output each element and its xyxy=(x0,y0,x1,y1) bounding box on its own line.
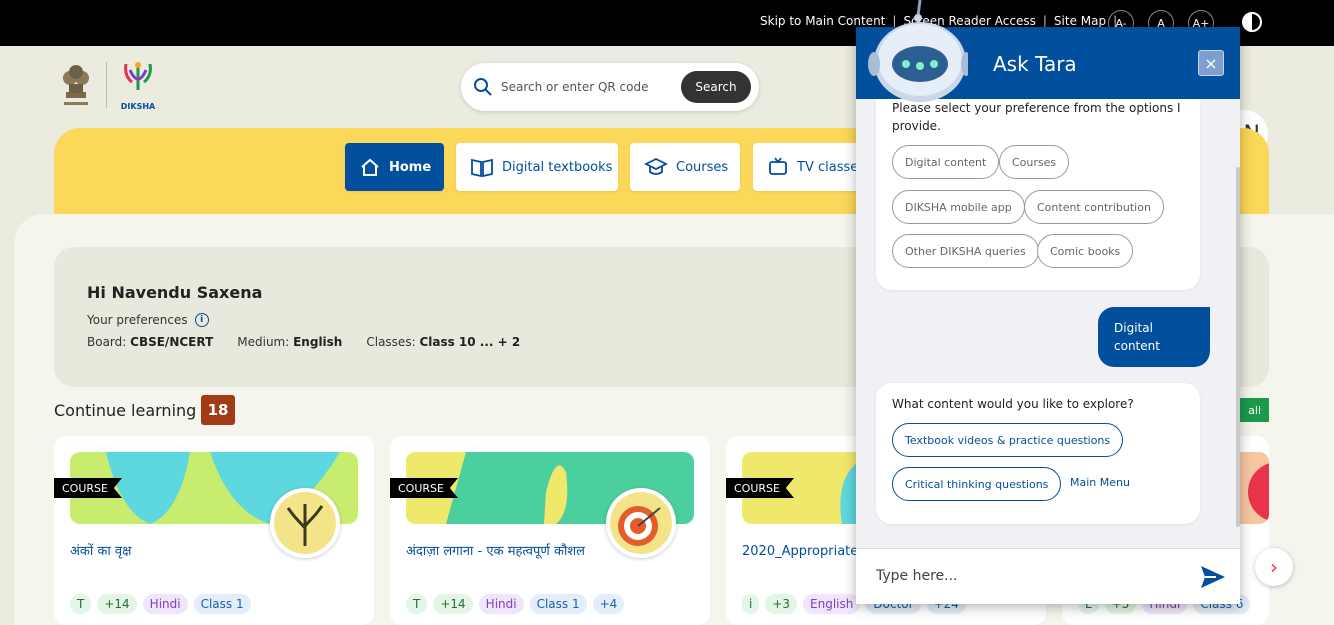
preferences-row: Your preferences i xyxy=(87,313,209,327)
course-title[interactable]: अंदाज़ा लगाना - एक महत्वपूर्ण कौशल xyxy=(406,542,626,562)
chat-option-mobile-app[interactable]: DIKSHA mobile app xyxy=(892,190,1025,224)
tab-home[interactable]: Home xyxy=(345,143,444,191)
site-map-link[interactable]: Site Map xyxy=(1054,14,1106,28)
chat-option-other-queries[interactable]: Other DIKSHA queries xyxy=(892,234,1039,268)
tab-tv-classes-label: TV classes xyxy=(797,159,866,175)
bot-message: What content would you like to explore? … xyxy=(876,383,1200,524)
continue-learning-title: Continue learning xyxy=(54,401,197,420)
search-icon xyxy=(474,78,492,96)
preferences-label: Your preferences xyxy=(87,313,188,327)
chip: Class 1 xyxy=(529,594,587,614)
bot-message: Please select your preference from the o… xyxy=(876,99,1200,290)
chip: Hindi xyxy=(142,594,188,614)
greeting-text: Hi Navendu Saxena xyxy=(87,283,263,302)
chip: T xyxy=(406,594,428,614)
chat-option-digital-content[interactable]: Digital content xyxy=(892,145,1000,179)
chip: +14 xyxy=(433,594,473,614)
diksha-logo-text: DIKSHA xyxy=(120,102,156,111)
chat-option-comic-books[interactable]: Comic books xyxy=(1037,234,1134,268)
tab-courses[interactable]: Courses xyxy=(630,143,740,191)
chat-option-textbook-videos[interactable]: Textbook videos & practice questions xyxy=(892,423,1124,457)
course-chips: T +14 Hindi Class 1 +4 xyxy=(406,594,625,614)
tab-digital-textbooks-label: Digital textbooks xyxy=(502,159,613,175)
send-icon[interactable] xyxy=(1198,562,1228,592)
tab-tv-classes[interactable]: TV classes xyxy=(753,143,873,191)
chat-option-courses[interactable]: Courses xyxy=(999,145,1070,179)
board-value: CBSE/NCERT xyxy=(130,335,214,349)
search-bar: Search or enter QR code Search xyxy=(461,63,759,111)
search-input[interactable]: Search or enter QR code xyxy=(501,80,649,94)
chatbot-panel: Ask Tara × Please select your preference… xyxy=(856,27,1240,604)
board-label: Board: xyxy=(87,335,127,349)
chip: +3 xyxy=(765,594,798,614)
course-thumbnail xyxy=(270,488,340,558)
chatbot-title: Ask Tara xyxy=(993,52,1077,76)
carousel-next-button[interactable]: › xyxy=(1255,548,1293,586)
chat-input[interactable]: Type here... xyxy=(876,568,958,584)
main-menu-link[interactable]: Main Menu xyxy=(1070,476,1130,489)
separator: | xyxy=(1042,14,1047,28)
chip: T xyxy=(70,594,92,614)
medium-label: Medium: xyxy=(237,335,290,349)
chip: i xyxy=(742,594,760,614)
chat-input-bar: Type here... xyxy=(856,548,1240,604)
close-button[interactable]: × xyxy=(1198,50,1224,76)
preferences-details: Board: CBSE/NCERT Medium: English Classe… xyxy=(87,335,520,349)
book-icon xyxy=(471,158,493,178)
tree-icon xyxy=(274,492,336,554)
graduation-cap-icon xyxy=(644,157,668,175)
chat-option-critical-thinking[interactable]: Critical thinking questions xyxy=(892,467,1062,501)
diksha-logo[interactable]: DIKSHA xyxy=(118,60,158,111)
logo-divider xyxy=(106,62,107,108)
chip: +14 xyxy=(97,594,137,614)
search-button[interactable]: Search xyxy=(681,71,751,103)
continue-learning-count: 18 xyxy=(201,395,235,425)
chip: Class 1 xyxy=(193,594,251,614)
user-message: Digital content xyxy=(1098,307,1210,367)
national-emblem-icon xyxy=(63,65,89,105)
course-title[interactable]: अंकों का वृक्ष xyxy=(70,542,270,562)
tab-home-label: Home xyxy=(389,159,432,175)
chat-option-content-contribution[interactable]: Content contribution xyxy=(1024,190,1164,224)
medium-preference: Medium: English xyxy=(237,335,342,349)
chip: +4 xyxy=(592,594,625,614)
diksha-logo-icon xyxy=(124,62,152,90)
tab-digital-textbooks[interactable]: Digital textbooks xyxy=(456,143,618,191)
board-preference: Board: CBSE/NCERT xyxy=(87,335,213,349)
contrast-toggle-icon[interactable] xyxy=(1242,12,1262,32)
course-tag: COURSE xyxy=(726,478,794,498)
course-card[interactable]: COURSE अंदाज़ा लगाना - एक महत्वपूर्ण कौश… xyxy=(390,436,710,625)
course-chips: T +14 Hindi Class 1 xyxy=(70,594,251,614)
classes-preference: Classes: Class 10 ... + 2 xyxy=(366,335,520,349)
bot-message-text: What content would you like to explore? xyxy=(892,397,1134,411)
classes-value: Class 10 ... + 2 xyxy=(419,335,521,349)
course-tag: COURSE xyxy=(54,478,122,498)
chat-scrollbar[interactable] xyxy=(1236,167,1240,527)
tv-icon xyxy=(769,157,787,175)
info-icon[interactable]: i xyxy=(194,313,209,327)
course-card[interactable]: COURSE अंकों का वृक्ष T +14 Hindi Class … xyxy=(54,436,374,625)
tab-courses-label: Courses xyxy=(676,159,729,175)
home-icon xyxy=(361,158,379,176)
chip: Hindi xyxy=(478,594,524,614)
close-icon: × xyxy=(1204,53,1218,73)
course-tag: COURSE xyxy=(390,478,458,498)
classes-label: Classes: xyxy=(366,335,416,349)
chip: English xyxy=(803,594,861,614)
tara-robot-avatar-icon xyxy=(868,0,968,102)
chevron-right-icon: › xyxy=(1270,555,1278,579)
medium-value: English xyxy=(293,335,343,349)
